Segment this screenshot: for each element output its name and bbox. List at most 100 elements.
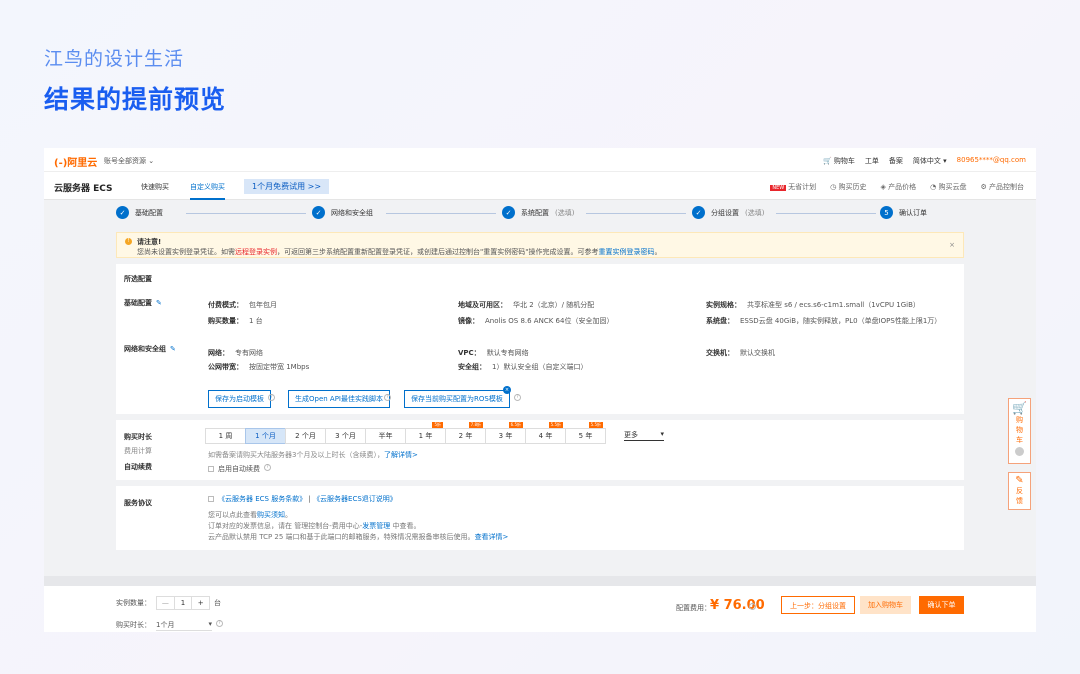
page-subtitle: 江鸟的设计生活 [44, 48, 185, 70]
check-icon: ✓ [312, 206, 325, 219]
ecs-terms-link[interactable]: 《云服务器 ECS 服务条款》 [218, 495, 306, 503]
check-icon: ✓ [502, 206, 515, 219]
discount-badge: 7.8折 [468, 422, 483, 428]
clock-icon: ◷ [830, 183, 837, 191]
product-nav: 云服务器 ECS 快速购买 自定义购买 1个月免费试用 >> NEW 无省计划 ◷… [44, 172, 1036, 200]
console-link[interactable]: ⚙ 产品控制台 [980, 182, 1024, 192]
discount-badge: 6.5折 [508, 422, 523, 428]
more-duration-select[interactable]: 更多 ▾ [624, 430, 664, 441]
divider-band [44, 576, 1036, 586]
discount-badge: 5.5折 [548, 422, 563, 428]
duration-card: 购买时长 费用计算 1 周 1 个月 2 个月 3 个月 半年 5折 1 年 7.… [116, 420, 964, 480]
edit-icon[interactable]: ✎ [156, 299, 162, 307]
config-item: 安全组： 1）默认安全组（自定义端口） [458, 363, 588, 371]
quantity-input[interactable]: 1 [173, 597, 193, 609]
help-icon[interactable]: ? [216, 620, 223, 627]
agreement-line: 云产品默认禁用 TCP 25 端口和基于此端口的邮箱服务，特殊情况需报备审核后使… [208, 533, 509, 541]
pricing-link[interactable]: ◈ 产品价格 [881, 182, 917, 192]
step-grouping[interactable]: ✓ 分组设置 (选填) [692, 206, 764, 219]
gear-icon: ⚙ [980, 183, 987, 191]
cart-icon: 🛒 [1012, 401, 1027, 415]
cost-label: 配置费用： [676, 604, 711, 612]
duration-option[interactable]: 5.5折 4 年 [525, 422, 566, 444]
caret-down-icon: ▾ [208, 620, 212, 628]
duration-option[interactable]: 3 个月 [325, 428, 366, 444]
help-icon[interactable]: ? [514, 394, 521, 401]
config-item: 网络： 专有网络 [208, 349, 263, 357]
duration-summary-label: 购买时长： [116, 621, 151, 629]
caret-down-icon: ▾ [660, 430, 664, 438]
config-item: VPC： 默认专有网络 [458, 349, 529, 357]
close-icon[interactable]: × [949, 241, 955, 249]
save-ros-template-button[interactable]: 保存当前购买配置为ROS模板 [404, 390, 510, 408]
save-launch-template-button[interactable]: 保存为启动模板 [208, 390, 271, 408]
increment-button[interactable]: + [192, 597, 209, 609]
remote-login-link[interactable]: 远程登录实例 [235, 248, 277, 256]
aliyun-logo[interactable]: (-)阿里云 [54, 154, 97, 169]
help-icon[interactable]: ? [749, 603, 756, 610]
top-bar: (-)阿里云 账号全部资源 ⌄ 🛒 购物车 工单 备案 简体中文 ▾ 80965… [44, 148, 1036, 172]
tab-custom-buy[interactable]: 自定义购买 [190, 182, 225, 200]
duration-option[interactable]: 1 周 [205, 428, 246, 444]
purchase-history-link[interactable]: ◷ 购买历史 [830, 182, 866, 192]
ticket-link[interactable]: 工单 [865, 156, 879, 166]
purchase-notice-link[interactable]: 购买须知 [257, 511, 285, 519]
tab-quick-buy[interactable]: 快速购买 [141, 182, 169, 192]
close-icon[interactable]: × [503, 386, 511, 394]
invoice-link[interactable]: 发票管理 [362, 522, 390, 530]
agreement-line: 您可以点此查看购买须知。 [208, 511, 292, 519]
duration-option[interactable]: 7.8折 2 年 [445, 422, 486, 444]
page-title: 结果的提前预览 [44, 85, 227, 114]
floating-feedback-widget[interactable]: ✎ 反 馈 [1008, 472, 1031, 510]
agreement-docs: 《云服务器 ECS 服务条款》 | 《云服务器ECS退订说明》 [208, 494, 397, 504]
edit-icon[interactable]: ✎ [170, 345, 176, 353]
confirm-order-button[interactable]: 确认下单 [919, 596, 964, 614]
step-network[interactable]: ✓ 网络和安全组 [312, 206, 379, 219]
reset-password-link[interactable]: 重置实例登录密码 [598, 248, 654, 256]
generate-openapi-button[interactable]: 生成Open API最佳实践脚本 [288, 390, 390, 408]
auto-renew-option[interactable]: 启用自动续费 [208, 464, 260, 474]
agreement-label: 服务协议 [124, 499, 152, 507]
savings-plan-link[interactable]: NEW 无省计划 [770, 182, 816, 192]
learn-more-link[interactable]: 了解详情> [384, 451, 418, 459]
duration-option[interactable]: 6.5折 3 年 [485, 422, 526, 444]
floating-cart-widget[interactable]: 🛒 购 物 车 [1008, 398, 1031, 464]
filing-hint: 如需备案请购买大陆服务器3个月及以上时长（含续费），了解详情> [208, 451, 418, 459]
filing-link[interactable]: 备案 [889, 156, 903, 166]
port-details-link[interactable]: 查看详情> [475, 533, 509, 541]
step-connector [386, 213, 496, 214]
config-item: 系统盘： ESSD云盘 40GiB，随实例释放，PL0（单盘IOPS性能上限1万） [706, 317, 942, 325]
warning-notice: ! 请注意! 您尚未设置实例登录凭证。如需远程登录实例，可返回第三步系统配置重新… [116, 232, 964, 258]
prev-step-button[interactable]: 上一步：分组设置 [781, 596, 855, 614]
discount-badge: 5.5折 [588, 422, 603, 428]
duration-option[interactable]: 5.5折 5 年 [565, 422, 606, 444]
section-title: 所选配置 [124, 275, 152, 283]
help-icon[interactable]: ? [264, 464, 271, 471]
cart-link[interactable]: 🛒 购物车 [823, 156, 855, 166]
help-icon[interactable]: ? [268, 394, 275, 401]
language-selector[interactable]: 简体中文 ▾ [913, 156, 947, 166]
agree-checkbox[interactable] [208, 496, 214, 502]
free-trial-banner[interactable]: 1个月免费试用 >> [244, 179, 330, 194]
duration-option[interactable]: 半年 [365, 428, 406, 444]
duration-option[interactable]: 5折 1 年 [405, 422, 446, 444]
ecs-refund-link[interactable]: 《云服务器ECS退订说明》 [313, 495, 397, 503]
order-footer: 实例数量： — 1 + 台 购买时长： 1个月 ▾ ? 配置费用： ¥ 76.00… [44, 586, 1036, 632]
duration-option[interactable]: 2 个月 [285, 428, 326, 444]
decrement-button[interactable]: — [157, 597, 174, 609]
step-system[interactable]: ✓ 系统配置 (选填) [502, 206, 574, 219]
notice-text: 您尚未设置实例登录凭证。如需远程登录实例，可返回第三步系统配置重新配置登录凭证，… [137, 248, 662, 256]
duration-option-selected[interactable]: 1 个月 [245, 428, 286, 444]
help-icon[interactable]: ? [384, 394, 391, 401]
buy-disk-link[interactable]: ◔ 购买云盘 [930, 182, 966, 192]
duration-label: 购买时长 [124, 433, 152, 441]
user-email[interactable]: 80965****@qq.com [957, 156, 1026, 166]
account-selector[interactable]: 账号全部资源 ⌄ [104, 156, 154, 166]
edit-icon: ✎ [1015, 475, 1024, 486]
total-price: ¥ 76.00 [710, 598, 765, 613]
add-to-cart-button[interactable]: 加入购物车 [860, 596, 911, 614]
duration-summary-select[interactable]: 1个月 ▾ [156, 620, 212, 631]
step-basic[interactable]: ✓ 基础配置 [116, 206, 169, 219]
auto-renew-checkbox[interactable] [208, 466, 214, 472]
progress-steps: ✓ 基础配置 ✓ 网络和安全组 ✓ 系统配置 (选填) ✓ 分组设置 (选填) 5 确认订单 [116, 206, 936, 222]
